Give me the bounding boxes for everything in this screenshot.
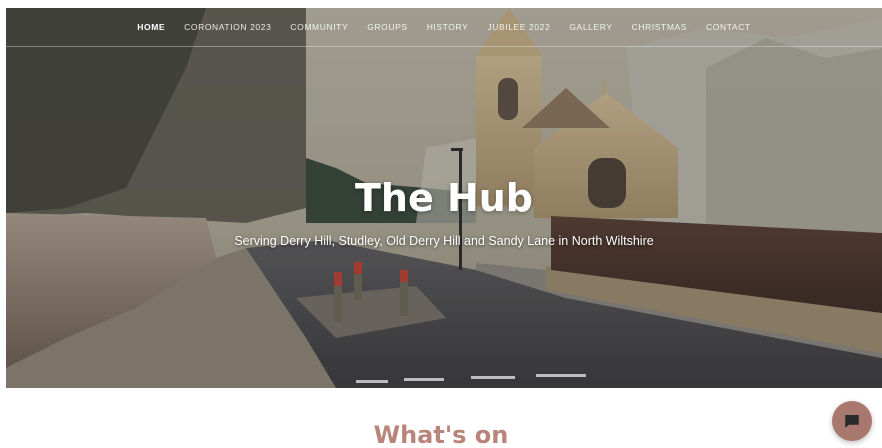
nav-item-contact[interactable]: CONTACT xyxy=(697,22,761,32)
whats-on-heading: What's on xyxy=(373,421,509,448)
hero-subtitle: Serving Derry Hill, Studley, Old Derry H… xyxy=(234,234,654,248)
nav-item-community[interactable]: COMMUNITY xyxy=(281,22,358,32)
nav-item-gallery[interactable]: GALLERY xyxy=(560,22,622,32)
nav-item-jubilee-2022[interactable]: JUBILEE 2022 xyxy=(478,22,560,32)
nav-item-history[interactable]: HISTORY xyxy=(417,22,478,32)
nav-item-coronation-2023[interactable]: CORONATION 2023 xyxy=(175,22,281,32)
hero-title: The Hub xyxy=(354,176,534,220)
nav-item-groups[interactable]: GROUPS xyxy=(358,22,417,32)
chat-bubble-icon xyxy=(845,415,859,428)
hero-banner: HOME CORONATION 2023 COMMUNITY GROUPS HI… xyxy=(6,8,882,388)
page: HOME CORONATION 2023 COMMUNITY GROUPS HI… xyxy=(0,0,882,448)
top-navigation: HOME CORONATION 2023 COMMUNITY GROUPS HI… xyxy=(6,8,882,47)
chat-button[interactable] xyxy=(832,401,872,441)
nav-item-christmas[interactable]: CHRISTMAS xyxy=(622,22,696,32)
nav-item-home[interactable]: HOME xyxy=(128,22,175,32)
